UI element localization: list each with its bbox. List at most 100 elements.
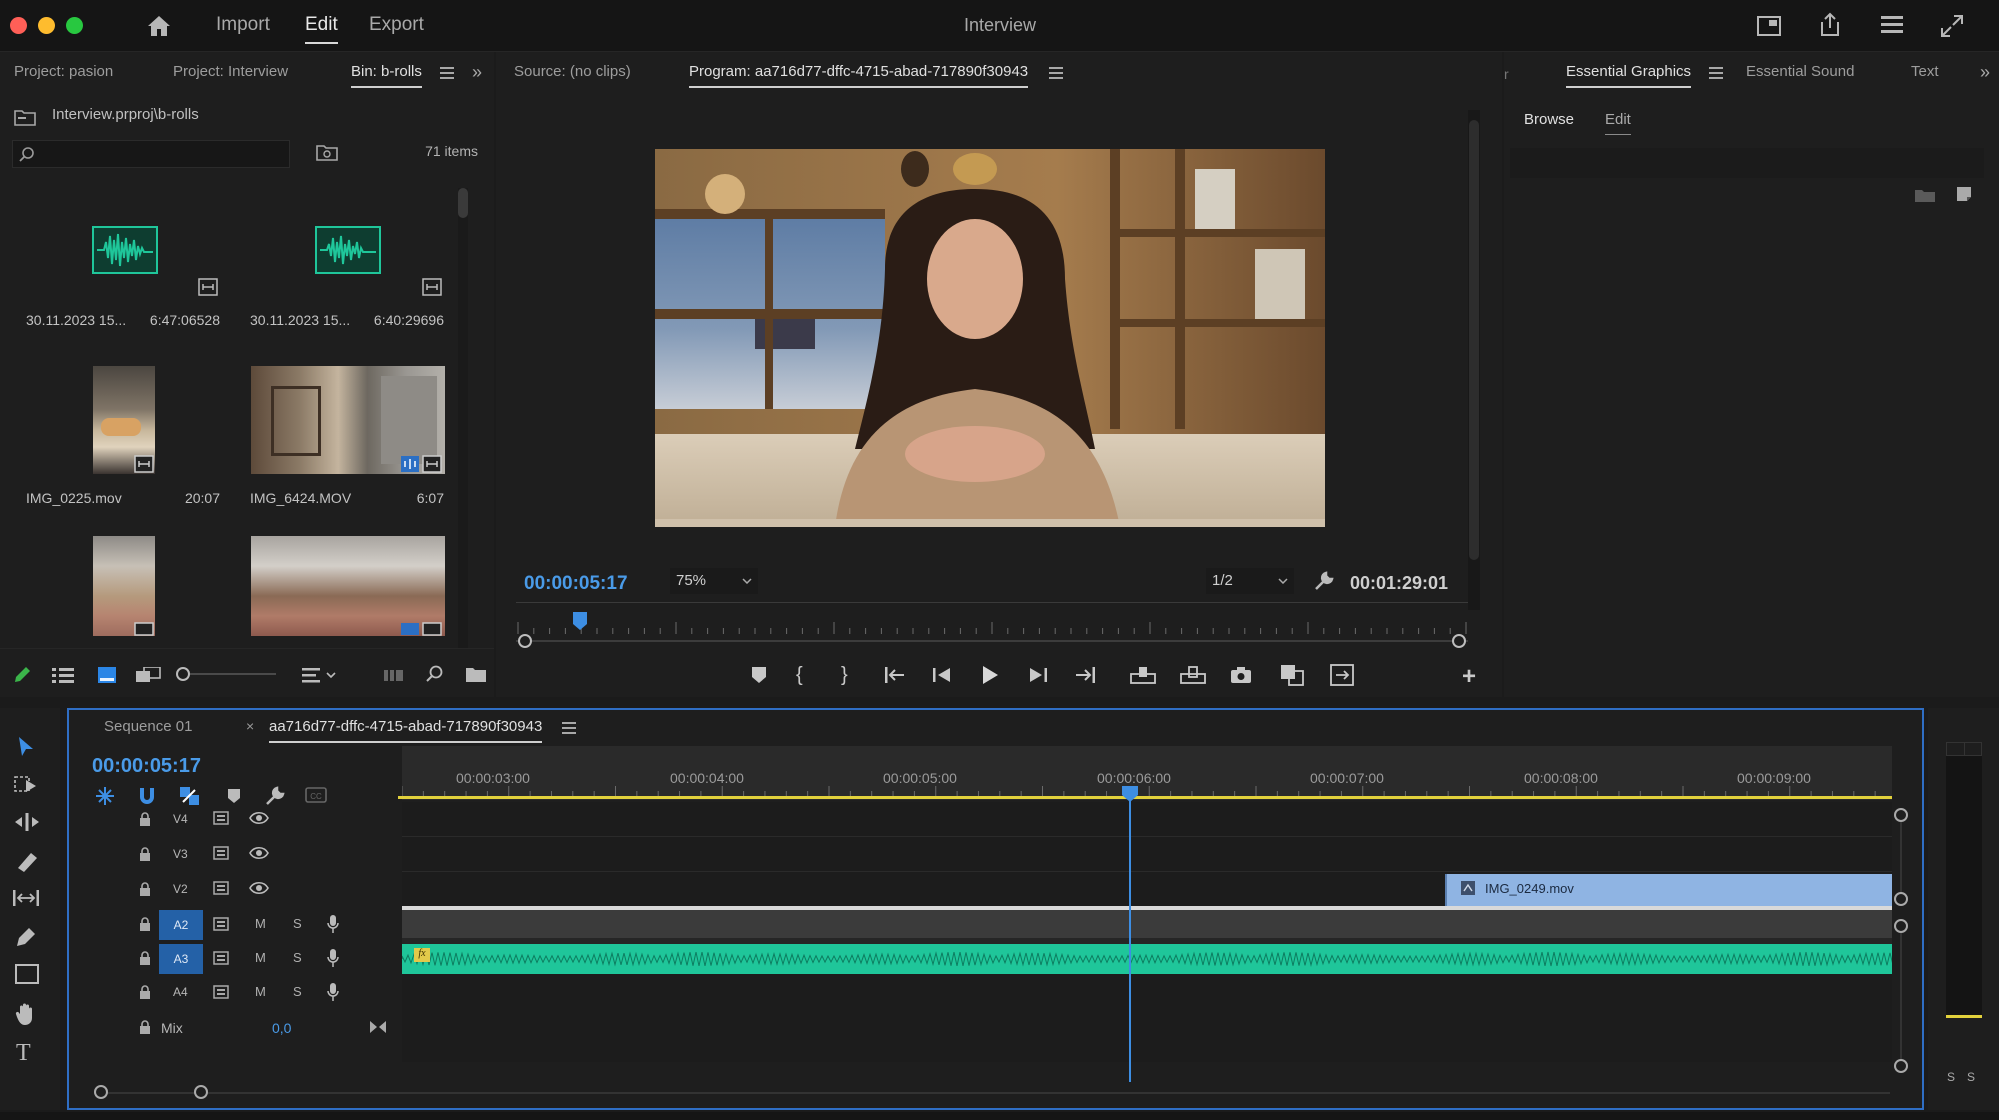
home-icon[interactable] <box>146 14 172 38</box>
track-label[interactable]: V3 <box>173 847 188 861</box>
panel-menu-icon[interactable] <box>1049 67 1063 79</box>
solo-track-button[interactable]: S <box>293 984 302 999</box>
track-a4-lane[interactable] <box>402 972 1892 1006</box>
tab-project-pasion[interactable]: Project: pasion <box>14 63 113 80</box>
sync-lock-icon[interactable] <box>213 881 231 895</box>
zoom-bar-right-handle[interactable] <box>194 1085 208 1099</box>
bin-clip-audio-2[interactable]: 30.11.2023 15... 6:40:29696 <box>244 212 454 332</box>
import-tab[interactable]: Import <box>216 14 270 36</box>
track-a2-lane[interactable] <box>402 910 1892 938</box>
workspaces-menu-icon[interactable] <box>1879 14 1905 36</box>
mark-out-icon[interactable]: } <box>841 664 848 687</box>
essential-graphics-search-bar[interactable] <box>1510 148 1984 178</box>
sort-icons-icon[interactable] <box>302 667 338 683</box>
ripple-edit-tool-icon[interactable] <box>14 812 40 832</box>
captions-icon[interactable]: CC <box>305 787 327 803</box>
zoom-bar-left-handle[interactable] <box>94 1085 108 1099</box>
track-label[interactable]: V2 <box>173 882 188 896</box>
proxy-toggle-icon[interactable] <box>1330 664 1354 686</box>
new-item-icon[interactable] <box>1956 186 1972 202</box>
tab-sequence-01[interactable]: Sequence 01 <box>104 718 192 735</box>
extract-icon[interactable] <box>1180 666 1206 684</box>
tab-bin-b-rolls[interactable]: Bin: b-rolls <box>351 63 422 88</box>
automate-to-sequence-icon[interactable] <box>384 667 404 683</box>
solo-track-button[interactable]: S <box>293 950 302 965</box>
track-label[interactable]: A3 <box>159 944 203 974</box>
step-back-icon[interactable] <box>932 666 952 684</box>
bin-clip-audio-1[interactable]: 30.11.2023 15... 6:47:06528 <box>20 212 230 332</box>
thumbnail-zoom-slider[interactable] <box>176 667 276 681</box>
freeform-view-icon[interactable] <box>136 667 162 683</box>
sync-lock-icon[interactable] <box>213 846 231 860</box>
voice-over-record-mic-icon[interactable] <box>327 914 339 934</box>
mute-track-button[interactable]: M <box>255 950 266 965</box>
more-panels-icon[interactable]: » <box>472 62 482 83</box>
mute-track-button[interactable]: M <box>255 916 266 931</box>
find-icon[interactable] <box>426 665 444 683</box>
minimize-window-button[interactable] <box>38 17 55 34</box>
audio-tracks-scrollbar[interactable] <box>1900 933 1902 1059</box>
program-playhead-timecode[interactable]: 00:00:05:17 <box>524 573 628 595</box>
fullscreen-icon[interactable] <box>1940 14 1964 38</box>
track-select-forward-icon[interactable] <box>14 774 38 794</box>
program-mini-timeline[interactable] <box>516 602 1468 658</box>
slider-handle[interactable] <box>176 667 190 681</box>
edit-tab[interactable]: Edit <box>305 14 338 44</box>
timeline-ruler[interactable]: 00:00:03:00 00:00:04:00 00:00:05:00 00:0… <box>398 746 1892 800</box>
track-area[interactable]: IMG_0249.mov fx <box>402 802 1892 1062</box>
lock-icon[interactable] <box>139 847 151 861</box>
maximize-window-button[interactable] <box>66 17 83 34</box>
export-frame-camera-icon[interactable] <box>1230 666 1252 684</box>
panel-menu-icon[interactable] <box>1709 67 1723 79</box>
work-area-bar[interactable] <box>398 796 1892 799</box>
lock-icon[interactable] <box>139 882 151 896</box>
sync-lock-icon[interactable] <box>213 811 231 825</box>
mark-in-icon[interactable]: { <box>796 664 803 687</box>
mute-track-button[interactable]: M <box>255 984 266 999</box>
bin-clip-video-2[interactable]: IMG_6424.MOV 6:07 <box>244 366 454 506</box>
tab-source-monitor[interactable]: Source: (no clips) <box>514 63 631 80</box>
tab-program-monitor[interactable]: Program: aa716d77-dffc-4715-abad-717890f… <box>689 63 1029 88</box>
panel-menu-icon[interactable] <box>440 67 454 79</box>
new-folder-icon[interactable] <box>1915 188 1935 202</box>
solo-track-button[interactable]: S <box>293 916 302 931</box>
voice-over-record-mic-icon[interactable] <box>327 982 339 1002</box>
track-label[interactable]: A2 <box>159 910 203 940</box>
new-search-bin-icon[interactable] <box>316 143 338 161</box>
type-tool-icon[interactable]: T <box>16 1040 31 1067</box>
button-editor-add-icon[interactable]: + <box>1462 663 1476 691</box>
solo-right-button[interactable]: S <box>1967 1070 1975 1084</box>
zoom-bar-right-handle[interactable] <box>1452 634 1466 648</box>
list-view-icon[interactable] <box>52 667 74 683</box>
go-to-in-icon[interactable] <box>884 666 906 684</box>
track-label[interactable]: A4 <box>173 985 188 999</box>
timeline-playhead-line[interactable] <box>1122 786 1138 1082</box>
toggle-track-output-eye-icon[interactable] <box>249 881 269 895</box>
selection-tool-icon[interactable] <box>16 736 36 758</box>
icon-view-icon[interactable] <box>98 667 116 683</box>
timeline-playhead-handle[interactable] <box>1122 786 1138 802</box>
video-scroll-top-handle[interactable] <box>1894 808 1908 822</box>
hand-tool-icon[interactable] <box>15 1002 37 1026</box>
tab-text[interactable]: Text <box>1911 63 1939 80</box>
bin-clip-video-4[interactable] <box>244 536 454 636</box>
monitor-scrollbar-thumb[interactable] <box>1469 120 1479 560</box>
bin-clip-video-1[interactable]: IMG_0225.mov 20:07 <box>20 366 230 506</box>
subtab-edit[interactable]: Edit <box>1605 111 1631 135</box>
playback-resolution-dropdown[interactable]: 1/2 <box>1206 568 1294 594</box>
mini-timeline-zoom-bar[interactable] <box>516 640 1468 642</box>
rectangle-tool-icon[interactable] <box>15 964 39 984</box>
collapsed-tab-edge[interactable]: r <box>1504 66 1509 82</box>
play-icon[interactable] <box>981 665 999 685</box>
lock-icon[interactable] <box>139 1020 151 1034</box>
program-video-frame[interactable] <box>655 149 1325 527</box>
timeline-zoom-bar[interactable] <box>100 1092 1890 1094</box>
bin-clip-video-3[interactable] <box>20 536 230 636</box>
tab-project-interview[interactable]: Project: Interview <box>173 63 288 80</box>
more-panels-icon[interactable]: » <box>1980 62 1990 83</box>
lock-icon[interactable] <box>139 917 151 931</box>
track-label[interactable]: V4 <box>173 812 188 826</box>
panel-menu-icon[interactable] <box>562 722 576 734</box>
bin-scrollbar-thumb[interactable] <box>458 188 468 218</box>
video-scroll-bottom-handle[interactable] <box>1894 892 1908 906</box>
